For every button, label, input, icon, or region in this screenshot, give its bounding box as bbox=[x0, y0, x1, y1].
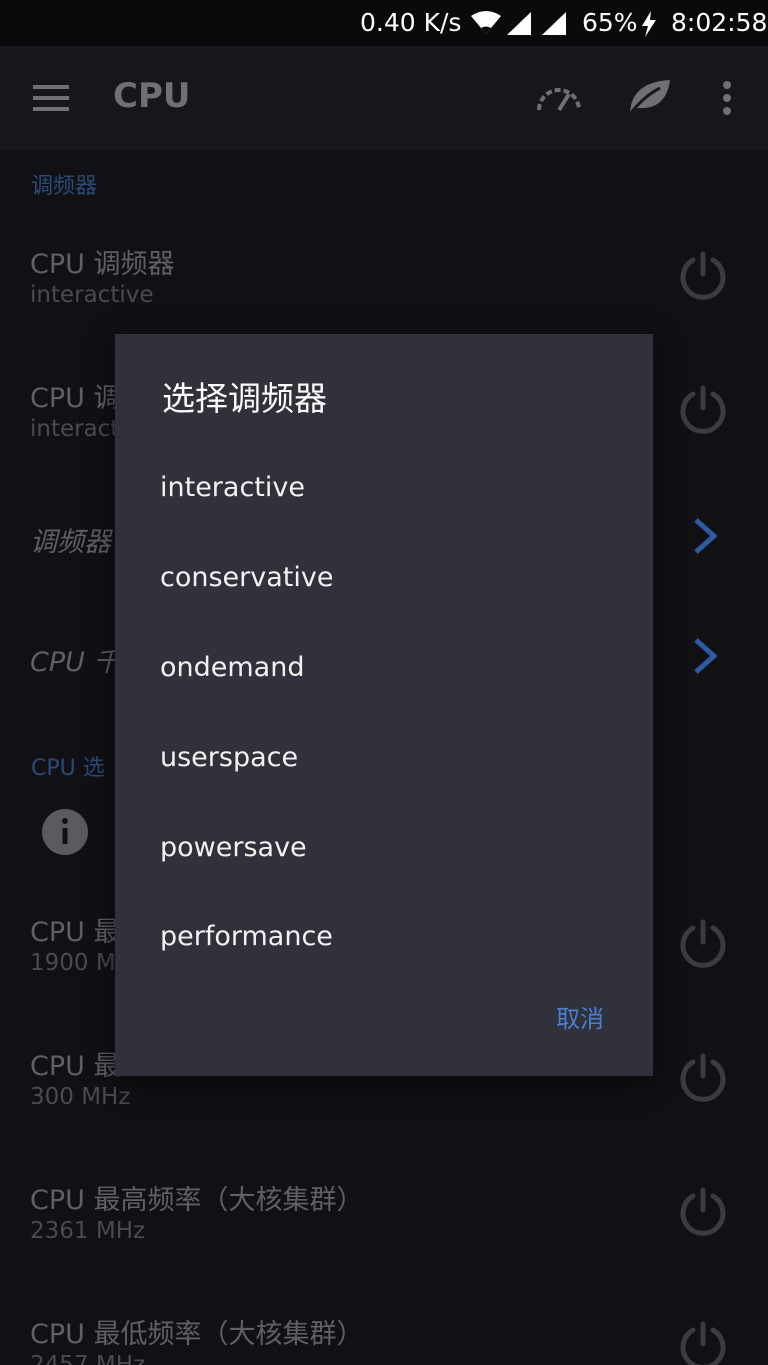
option-label: powersave bbox=[160, 832, 307, 863]
status-bar: 0.40 K/s 65% 8:02:58 bbox=[0, 0, 768, 46]
option-label: interactive bbox=[160, 472, 305, 503]
cpu-governor-value: interactive bbox=[30, 282, 154, 308]
charging-bolt-icon bbox=[642, 11, 656, 37]
chevron-right-icon[interactable] bbox=[690, 636, 720, 676]
power-toggle-icon[interactable] bbox=[678, 1186, 728, 1236]
max-freq-big-value: 2361 MHz bbox=[30, 1218, 146, 1244]
cpu-governor-2-title[interactable]: CPU 调 bbox=[30, 376, 120, 415]
min-freq-little-value: 300 MHz bbox=[30, 1084, 131, 1110]
section-header-governor: 调频器 bbox=[31, 174, 98, 199]
power-toggle-icon[interactable] bbox=[678, 384, 728, 434]
governor-option-conservative[interactable]: conservative bbox=[115, 534, 653, 624]
cpu-governor-2-value: interact bbox=[30, 416, 120, 442]
power-toggle-icon[interactable] bbox=[678, 918, 728, 968]
dialog-title: 选择调频器 bbox=[162, 379, 327, 418]
option-label: conservative bbox=[160, 562, 334, 593]
toolbar-title: CPU bbox=[113, 76, 191, 116]
network-speed: 0.40 K/s bbox=[360, 8, 462, 37]
power-toggle-icon[interactable] bbox=[678, 250, 728, 300]
max-freq-little-title[interactable]: CPU 最 bbox=[30, 910, 120, 949]
option-label: ondemand bbox=[160, 652, 305, 683]
power-toggle-icon[interactable] bbox=[678, 1320, 728, 1365]
section-header-cpu: CPU 选 bbox=[31, 756, 105, 781]
option-label: userspace bbox=[160, 742, 299, 773]
governor-option-performance[interactable]: performance bbox=[115, 893, 653, 983]
wifi-icon bbox=[471, 11, 501, 34]
option-label: performance bbox=[160, 921, 333, 952]
menu-icon[interactable] bbox=[33, 83, 69, 113]
governor-option-powersave[interactable]: powersave bbox=[115, 804, 653, 894]
cpu-governor-title[interactable]: CPU 调频器 bbox=[30, 242, 174, 281]
signal-icon bbox=[507, 12, 531, 35]
cpu-hotplug-title[interactable]: CPU 千 bbox=[30, 640, 120, 679]
max-freq-little-value: 1900 M bbox=[30, 950, 116, 976]
governor-select-dialog: 选择调频器 interactive conservative ondemand … bbox=[115, 334, 653, 1076]
min-freq-big-value: 2457 MHz bbox=[30, 1352, 146, 1365]
power-toggle-icon[interactable] bbox=[678, 1052, 728, 1102]
chevron-right-icon[interactable] bbox=[690, 516, 720, 556]
leaf-icon[interactable] bbox=[626, 76, 672, 116]
battery-level: 65% bbox=[582, 8, 638, 37]
governor-option-userspace[interactable]: userspace bbox=[115, 714, 653, 804]
governor-option-interactive[interactable]: interactive bbox=[115, 444, 653, 534]
cancel-button[interactable]: 取消 bbox=[525, 994, 635, 1044]
min-freq-big-title[interactable]: CPU 最低频率（大核集群） bbox=[30, 1312, 363, 1351]
signal-icon-2 bbox=[542, 12, 566, 35]
speedometer-icon[interactable] bbox=[535, 80, 583, 114]
governor-option-ondemand[interactable]: ondemand bbox=[115, 624, 653, 714]
governor-tunables-title[interactable]: 调频器 bbox=[30, 520, 111, 559]
toolbar: CPU bbox=[0, 46, 768, 150]
screen: 0.40 K/s 65% 8:02:58 CPU 调频器 CPU 调频器 int… bbox=[0, 0, 768, 1365]
clock: 8:02:58 bbox=[671, 8, 768, 37]
min-freq-little-title[interactable]: CPU 最 bbox=[30, 1044, 120, 1083]
max-freq-big-title[interactable]: CPU 最高频率（大核集群） bbox=[30, 1178, 363, 1217]
more-vert-icon[interactable] bbox=[721, 81, 733, 115]
info-icon[interactable] bbox=[42, 809, 88, 855]
